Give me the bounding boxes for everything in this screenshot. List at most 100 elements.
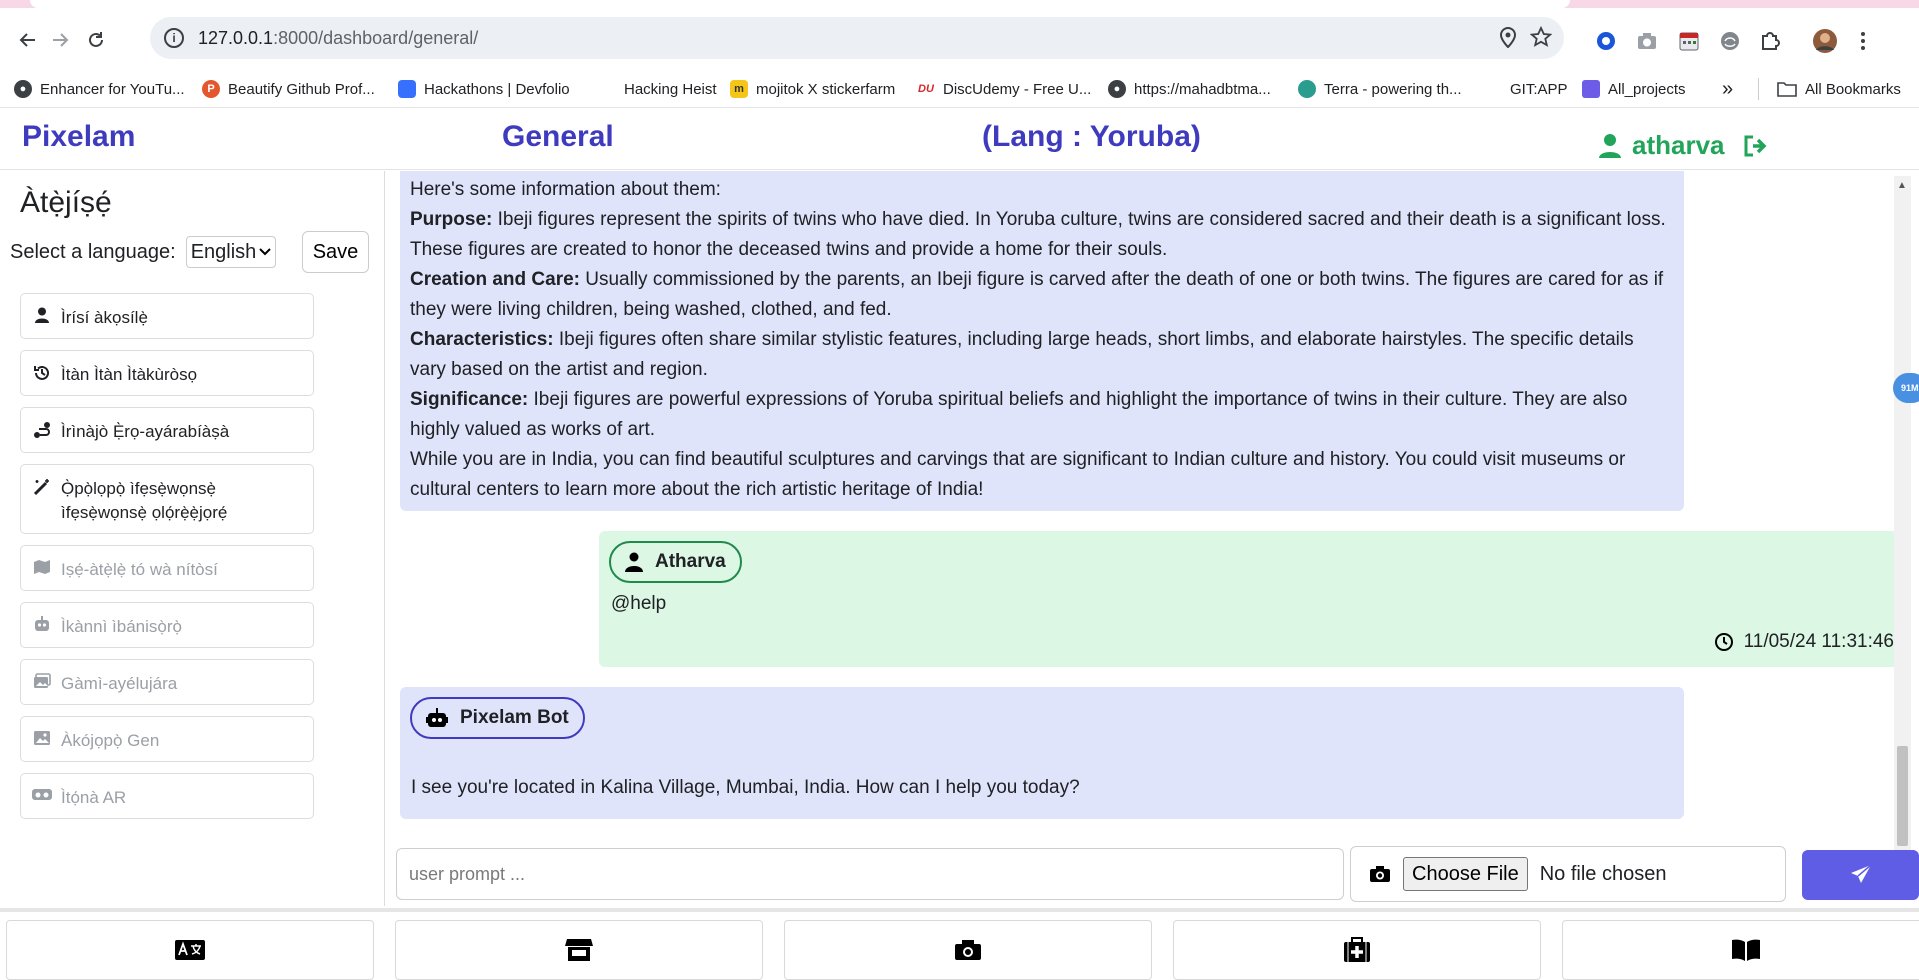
extension-circle-icon[interactable] [1593, 28, 1619, 54]
route-icon [31, 420, 53, 439]
floating-extension-badge[interactable]: 91M [1893, 373, 1919, 403]
sidebar-item-ar[interactable]: Ìtọ́nà AR [20, 773, 314, 819]
nav-store[interactable] [395, 920, 763, 980]
bookmark-item[interactable]: All_projects [1582, 78, 1686, 100]
sidebar-item-chatbot[interactable]: Ìkànnì ìbánisọ̀rọ̀ [20, 602, 314, 648]
send-button[interactable] [1802, 850, 1919, 900]
sidebar-item-generator[interactable]: Ọ̀pọ̀lọpọ̀ ìfẹsẹ̀wọnsẹ̀ ìfẹsẹ̀wọnsẹ̀ ọlọ… [20, 464, 314, 534]
message-text: I see you're located in Kalina Village, … [411, 777, 1080, 798]
store-icon [565, 939, 593, 961]
sidebar-item-profile[interactable]: Ìrísí àkọsílẹ̀ [20, 293, 314, 339]
message-intro: Here's some information about them: [410, 179, 721, 200]
bookmark-star-icon[interactable] [1529, 25, 1553, 54]
robot-icon [31, 615, 53, 632]
username: atharva [1632, 130, 1725, 160]
app-header: Pixelam General (Lang : Yoruba) atharva [0, 108, 1919, 170]
forward-icon[interactable] [46, 26, 74, 54]
map-icon [31, 558, 53, 575]
bookmark-item[interactable]: Terra - powering th... [1298, 78, 1462, 100]
sidebar-item-collection-gen[interactable]: Àkójọpọ̀ Gen [20, 716, 314, 762]
history-icon [31, 363, 53, 382]
message-paragraph: Creation and Care: Usually commissioned … [410, 269, 1664, 320]
bookmark-item[interactable]: ● Enhancer for YouTu... [14, 78, 185, 100]
language-select[interactable]: English [185, 236, 276, 268]
folder-icon [1777, 82, 1797, 97]
reload-icon[interactable] [82, 26, 110, 54]
user-icon [1599, 133, 1621, 158]
camera-icon [1370, 866, 1390, 882]
nav-medical[interactable] [1173, 920, 1541, 980]
language-selector-row: Select a language: English Save [10, 231, 370, 273]
medical-kit-icon [1344, 937, 1370, 962]
nav-book[interactable] [1562, 920, 1919, 980]
prompt-input[interactable] [396, 848, 1344, 900]
sidebar-title: Àtẹ̀jíṣẹ́ [20, 186, 112, 219]
file-upload-field: Choose File No file chosen [1350, 846, 1786, 902]
message-paragraph: Significance: Ibeji figures are powerful… [410, 389, 1628, 440]
message-paragraph: Characteristics: Ibeji figures often sha… [410, 329, 1634, 380]
robot-icon [426, 708, 448, 727]
bookmark-item[interactable]: ● https://mahadbtma... [1108, 78, 1271, 100]
image-icon [31, 729, 53, 746]
images-icon [31, 672, 53, 689]
bookmark-item[interactable]: Hacking Heist [598, 78, 717, 100]
clock-icon [1714, 633, 1733, 651]
screenshot-extension-icon[interactable] [1634, 28, 1660, 54]
user-menu[interactable]: atharva [1598, 130, 1771, 161]
magic-wand-icon [31, 477, 53, 496]
translate-icon [175, 940, 205, 960]
site-info-icon[interactable]: i [164, 28, 184, 48]
back-icon[interactable] [14, 26, 42, 54]
chat-scrollbar[interactable]: ▲ [1894, 176, 1911, 856]
user-icon [31, 306, 53, 323]
url-text[interactable]: 127.0.0.1:8000/dashboard/general/ [198, 28, 478, 49]
brand-logo[interactable]: Pixelam [22, 120, 135, 154]
bookmark-item[interactable]: DU DiscUdemy - Free U... [917, 78, 1091, 100]
chevron-down-icon [258, 248, 271, 256]
all-bookmarks-button[interactable]: All Bookmarks [1758, 78, 1901, 100]
save-language-button[interactable]: Save [301, 231, 370, 273]
bookmark-item[interactable]: P Beautify Github Prof... [202, 78, 375, 100]
book-icon [1732, 939, 1760, 961]
language-indicator: (Lang : Yoruba) [982, 120, 1201, 153]
user-icon [625, 552, 643, 572]
nav-translate[interactable] [6, 920, 374, 980]
sidebar-item-journey[interactable]: Ìrìnàjò Ẹ̀rọ-ayárabíàṣà [20, 407, 314, 453]
vr-headset-icon [31, 786, 53, 801]
sender-badge: Pixelam Bot [410, 697, 585, 739]
send-icon [1850, 864, 1871, 883]
message-timestamp: 11/05/24 11:31:46 [1714, 631, 1894, 653]
location-icon[interactable] [1498, 26, 1518, 54]
bookmarks-overflow-button[interactable]: » [1722, 78, 1733, 100]
message-text: @help [611, 593, 667, 614]
sidebar-item-gallery[interactable]: Gàmì-ayélujára [20, 659, 314, 705]
camera-icon [955, 940, 981, 960]
browser-menu-icon[interactable] [1850, 28, 1876, 54]
user-message-bubble: Atharva @help 11/05/24 11:31:46 [599, 531, 1904, 667]
sidebar-item-chat-history[interactable]: Ìtàn Ìtàn Ìtàkùròsọ [20, 350, 314, 396]
chat-area: Here's some information about them: Purp… [390, 171, 1904, 836]
bot-message-bubble: Here's some information about them: Purp… [400, 171, 1684, 511]
file-status: No file chosen [1539, 862, 1667, 885]
extensions-puzzle-icon[interactable] [1757, 28, 1783, 54]
address-bar[interactable]: i 127.0.0.1:8000/dashboard/general/ [150, 17, 1564, 59]
calendar-extension-icon[interactable] [1676, 28, 1702, 54]
sender-badge: Atharva [609, 541, 742, 583]
bottom-nav [0, 908, 1919, 980]
nav-camera[interactable] [784, 920, 1152, 980]
sidebar: Àtẹ̀jíṣẹ́ Select a language: English Sav… [0, 171, 385, 906]
scrollbar-thumb[interactable] [1897, 746, 1908, 846]
browser-toolbar: i 127.0.0.1:8000/dashboard/general/ [0, 8, 1919, 70]
bookmark-item[interactable]: m mojitok X stickerfarm [730, 78, 895, 100]
brain-extension-icon[interactable] [1717, 28, 1743, 54]
profile-avatar-icon[interactable] [1812, 28, 1838, 54]
sidebar-item-nearby[interactable]: Iṣẹ́-àtẹ̀lẹ̀ tó wà nítòsí [20, 545, 314, 591]
logout-icon[interactable] [1743, 134, 1771, 158]
browser-tab-strip [0, 0, 1919, 8]
message-paragraph: Purpose: Ibeji figures represent the spi… [410, 209, 1666, 260]
language-select-label: Select a language: [10, 240, 176, 263]
bookmark-item[interactable]: GIT:APP [1484, 78, 1568, 100]
choose-file-button[interactable]: Choose File [1403, 857, 1528, 891]
scroll-up-icon[interactable]: ▲ [1897, 180, 1907, 191]
bookmark-item[interactable]: Hackathons | Devfolio [398, 78, 570, 100]
